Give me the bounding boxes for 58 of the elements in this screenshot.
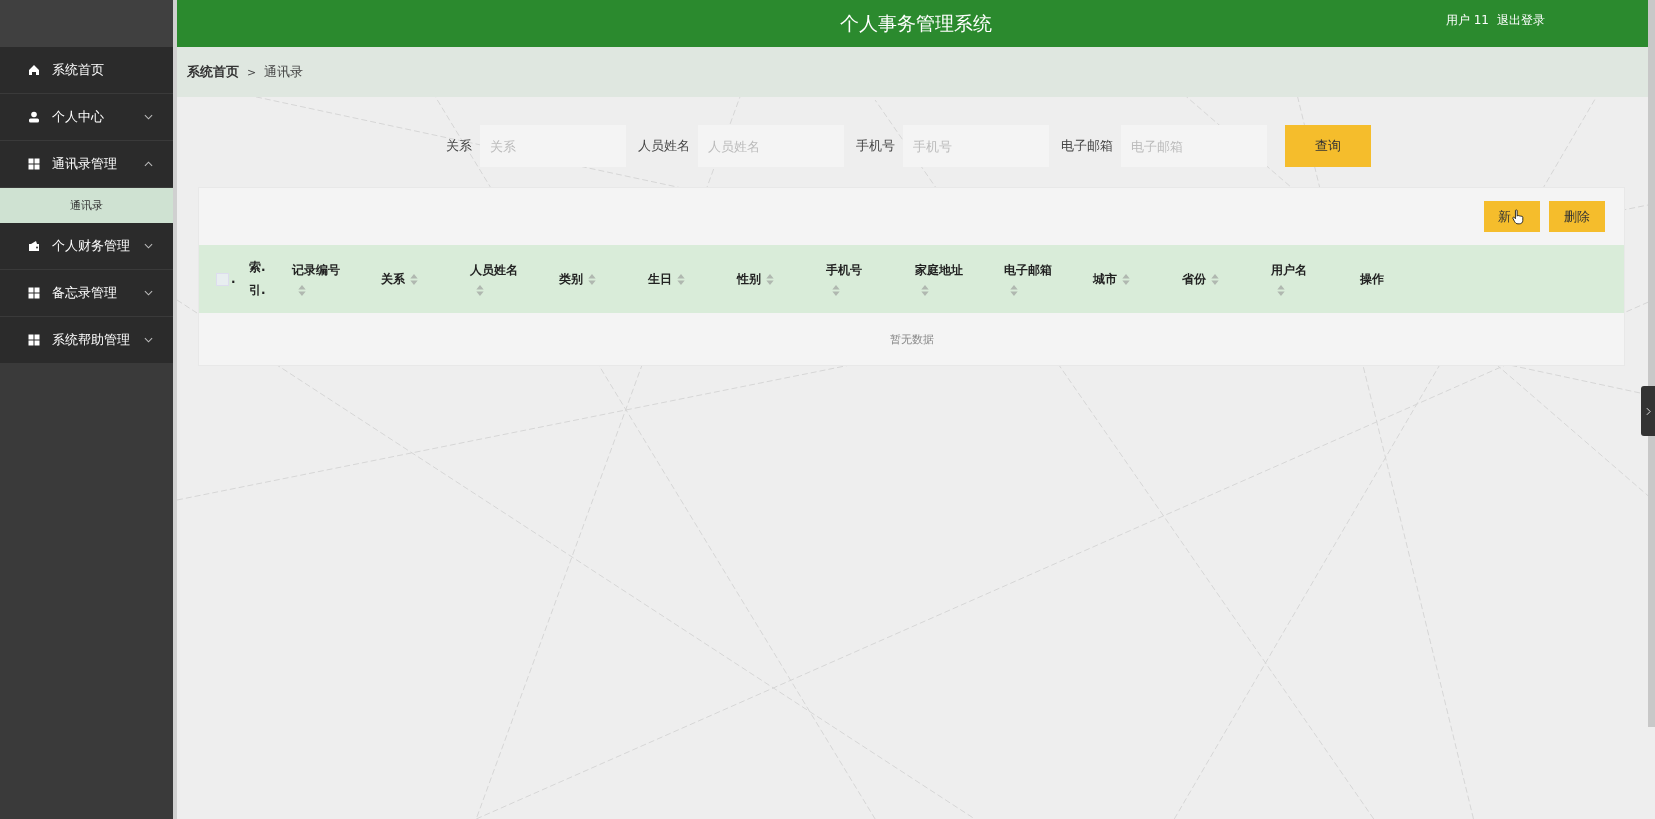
- column-header: 电子邮箱: [1004, 262, 1052, 279]
- sort-icon[interactable]: [476, 285, 484, 296]
- column-header: 手机号: [826, 262, 862, 279]
- column-header: 类别: [559, 270, 583, 288]
- sort-icon[interactable]: [832, 285, 840, 296]
- side-panel-handle[interactable]: [1641, 386, 1655, 436]
- field-label: 电子邮箱: [1060, 137, 1113, 155]
- sidebar-item[interactable]: 个人财务管理: [0, 223, 173, 270]
- sidebar-item[interactable]: 系统首页: [0, 47, 173, 94]
- home-icon: [28, 64, 40, 76]
- user-name: 用户 11: [1445, 12, 1489, 29]
- sort-icon[interactable]: [1010, 285, 1018, 296]
- field-label: 手机号: [855, 137, 895, 155]
- sidebar-item[interactable]: 备忘录管理: [0, 270, 173, 317]
- column-header: 索.引.: [249, 259, 267, 299]
- column-header: 家庭地址: [915, 262, 963, 279]
- sidebar-item[interactable]: 通讯录管理: [0, 141, 173, 188]
- sort-icon[interactable]: [588, 273, 596, 285]
- field-label: 人员姓名: [637, 137, 690, 155]
- wallet-icon: [28, 240, 40, 252]
- grid-icon: [28, 334, 40, 346]
- column-header: 性别: [737, 270, 761, 288]
- column-header: 生日: [648, 270, 672, 288]
- column-header: 关系: [381, 270, 405, 288]
- grid-icon: [28, 158, 40, 170]
- sort-icon[interactable]: [410, 273, 418, 285]
- breadcrumb-separator: >: [247, 65, 257, 79]
- column-header: .: [231, 272, 236, 286]
- sort-icon[interactable]: [1211, 273, 1219, 285]
- sort-icon[interactable]: [921, 285, 929, 296]
- sort-icon[interactable]: [1277, 285, 1285, 296]
- app-title: 个人事务管理系统: [840, 10, 992, 36]
- hand-cursor-icon: [1512, 208, 1524, 225]
- field-label: 关系: [445, 137, 472, 155]
- sidebar-item[interactable]: 系统帮助管理: [0, 317, 173, 364]
- person-icon: [28, 111, 40, 123]
- toolbar-button[interactable]: 删除: [1549, 201, 1605, 232]
- sort-icon[interactable]: [766, 273, 774, 285]
- toolbar-button[interactable]: 新: [1484, 201, 1540, 232]
- sort-icon[interactable]: [1122, 273, 1130, 285]
- scrollbar[interactable]: [1648, 0, 1655, 727]
- sidebar-item[interactable]: 个人中心: [0, 94, 173, 141]
- breadcrumb-link[interactable]: 系统首页: [187, 63, 239, 81]
- column-header: 记录编号: [292, 262, 340, 279]
- column-header: 城市: [1093, 270, 1117, 288]
- column-header: 用户名: [1271, 262, 1307, 279]
- logout-link[interactable]: 退出登录: [1497, 12, 1545, 29]
- column-header: 省份: [1182, 270, 1206, 288]
- chevron-right-icon: [1645, 406, 1651, 416]
- breadcrumb-link[interactable]: 通讯录: [264, 63, 304, 81]
- search-button[interactable]: 查询: [1284, 125, 1371, 167]
- empty-message: 暂无数据: [888, 331, 935, 348]
- sort-icon[interactable]: [298, 285, 306, 296]
- grid-icon: [28, 287, 40, 299]
- column-header: 人员姓名: [470, 262, 518, 279]
- column-header: 操作: [1360, 270, 1384, 288]
- sort-icon[interactable]: [677, 273, 685, 285]
- sidebar-subitem[interactable]: 通讯录: [0, 188, 173, 223]
